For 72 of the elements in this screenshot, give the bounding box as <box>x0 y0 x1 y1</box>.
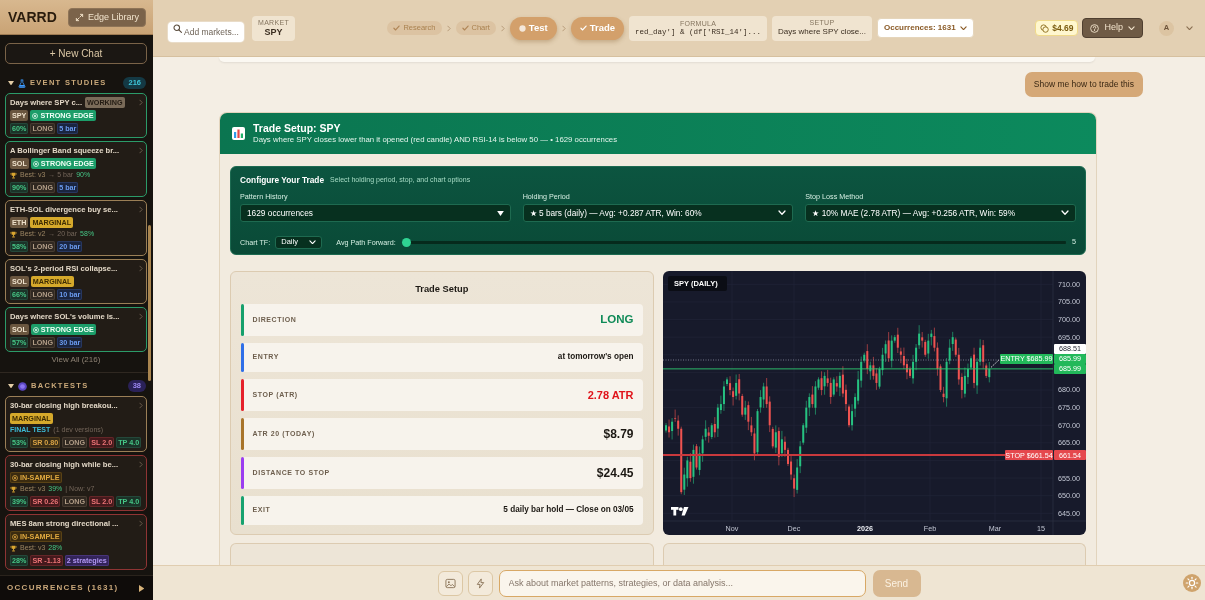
chevron-down-icon <box>959 25 967 31</box>
setup-text: Days where SPY close... <box>778 27 866 37</box>
panel-title: Trade Setup: SPY <box>253 121 342 135</box>
target-icon <box>12 533 18 540</box>
view-all-link[interactable]: View All (216) <box>51 355 101 365</box>
chevron-right-icon <box>139 402 143 409</box>
check-icon <box>393 25 401 31</box>
scrollbar-thumb[interactable] <box>148 225 151 381</box>
chevron-right-icon <box>500 24 505 32</box>
slider-thumb[interactable] <box>401 237 411 247</box>
triangle-right-icon[interactable] <box>138 584 144 592</box>
chevron-right-icon <box>139 520 143 527</box>
dropdown[interactable]: ★ 10% MAE (2.78 ATR) — Avg: +0.256 ATR, Win: 59% <box>805 204 1076 222</box>
user-message: Show me how to trade this <box>1024 72 1143 97</box>
search-field[interactable]: Add markets... <box>168 22 244 42</box>
target-icon <box>12 474 18 481</box>
row-value: at tomorrow's open <box>557 351 634 364</box>
help-icon <box>1090 23 1100 33</box>
row-value: $8.79 <box>603 426 634 443</box>
new-chat-button[interactable]: + New Chat <box>5 43 147 64</box>
triangle-down-icon[interactable] <box>8 80 14 86</box>
chevron-right-icon <box>561 24 566 32</box>
chevron-down-icon <box>778 210 787 216</box>
chevron-right-icon <box>139 461 143 468</box>
image-upload-button[interactable] <box>437 570 463 596</box>
logo-icon <box>670 507 688 516</box>
row-value: $24.45 <box>596 465 634 482</box>
image-icon <box>444 577 456 589</box>
chevron-right-icon <box>446 24 451 32</box>
dropdown[interactable]: ★ 5 bars (daily) — Avg: +0.287 ATR, Win: 60% <box>522 204 794 222</box>
chevron-down-icon <box>1186 25 1193 31</box>
balance-badge[interactable]: $4.69 <box>1035 20 1079 36</box>
target-icon <box>32 112 39 119</box>
sun-icon[interactable] <box>1183 574 1201 592</box>
caret-down-icon <box>496 210 504 216</box>
occurrences-button[interactable]: Occurrences: 1631 <box>877 18 974 38</box>
row-value: LONG <box>600 312 634 328</box>
quick-action-button[interactable] <box>467 570 493 596</box>
target-icon <box>32 160 39 167</box>
dot-icon <box>518 24 526 32</box>
help-button[interactable]: Help <box>1082 18 1143 38</box>
chevron-right-icon <box>139 313 143 320</box>
market-symbol: SPY <box>264 26 283 38</box>
search-icon <box>173 23 182 33</box>
row-value: 2.78 ATR <box>587 387 634 403</box>
coins-icon <box>1040 23 1050 33</box>
bar-chart-icon <box>232 127 245 140</box>
chevron-right-icon <box>139 206 143 213</box>
chevron-down-icon <box>1061 210 1069 216</box>
edge-library-button[interactable]: Edge Library <box>67 7 146 27</box>
lightning-icon <box>474 577 486 589</box>
chevron-right-icon <box>139 99 143 106</box>
occurrences-toggle[interactable]: OCCURRENCES (1631) <box>0 575 153 600</box>
chevron-down-icon <box>1128 25 1135 31</box>
expand-icon <box>74 12 84 22</box>
dropdown[interactable]: 1629 occurrences <box>240 204 511 222</box>
disc-icon <box>18 381 27 391</box>
check-icon <box>461 25 469 31</box>
chevron-right-icon <box>139 265 143 272</box>
leader-line <box>990 359 999 368</box>
config-title: Configure Your Trade <box>240 173 325 187</box>
chevron-down-icon <box>309 239 317 245</box>
chat-input[interactable]: Ask about market patterns, strategies, or data analysis... <box>498 569 866 597</box>
flask-icon <box>18 78 26 88</box>
row-value: 5 daily bar hold — Close on 03/05 <box>503 504 634 517</box>
chevron-right-icon <box>139 147 143 154</box>
target-icon <box>32 326 39 333</box>
balance-amount: $4.69 <box>1052 21 1074 35</box>
check-icon <box>579 25 587 31</box>
triangle-down-icon[interactable] <box>8 383 14 389</box>
app-logo[interactable]: VARRD <box>8 6 57 28</box>
card-title: Trade Setup <box>414 283 470 295</box>
